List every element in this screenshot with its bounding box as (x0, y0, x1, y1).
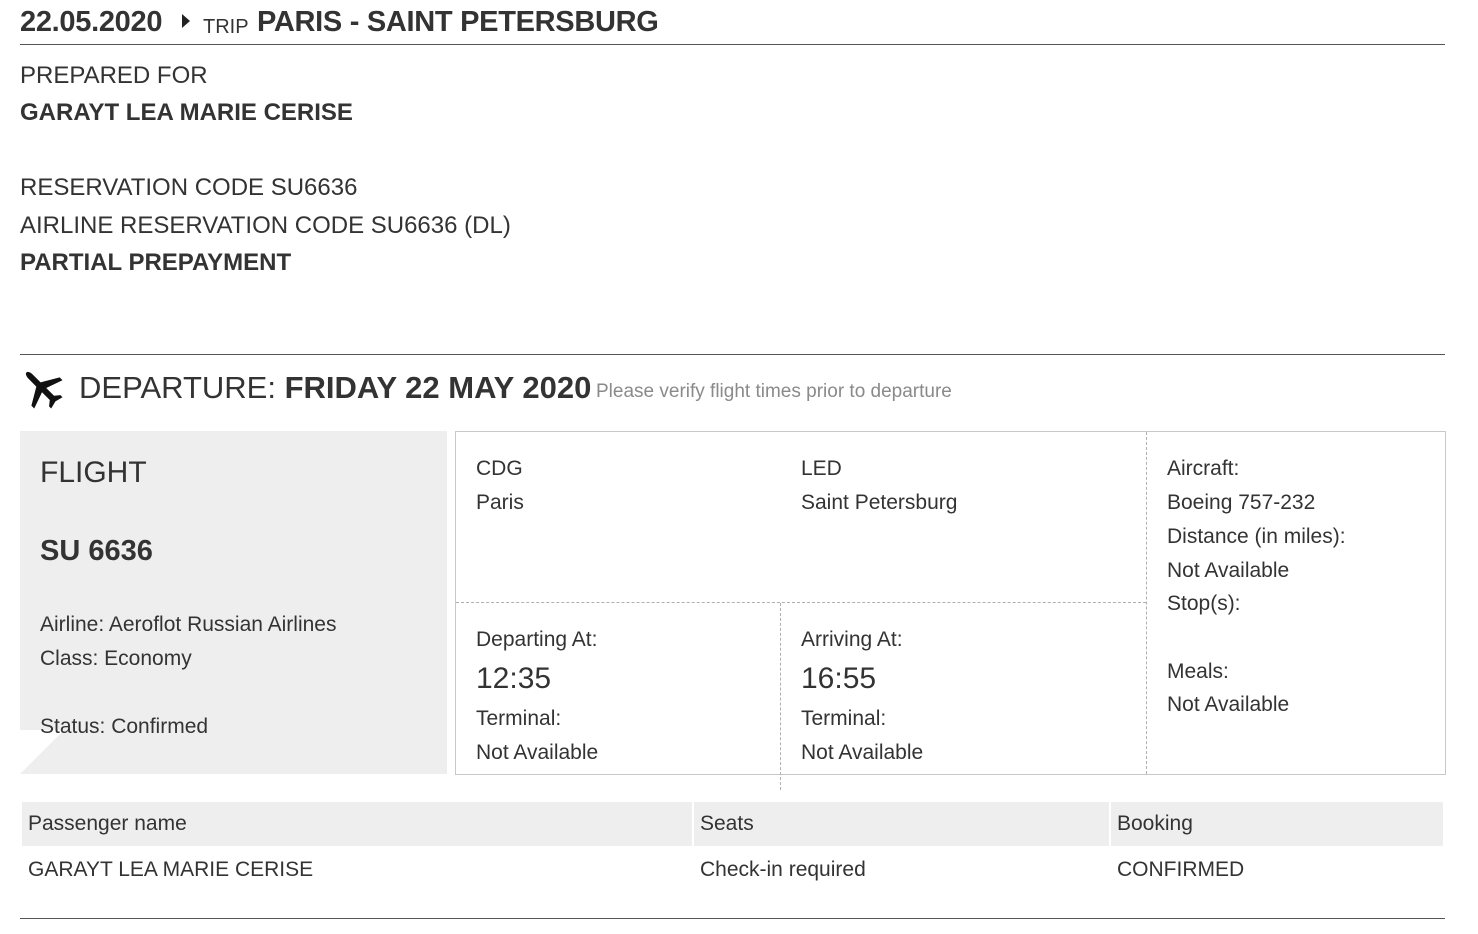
section-divider (20, 354, 1445, 355)
arriving-terminal: Not Available (801, 741, 924, 764)
departure-label: DEPARTURE: (79, 370, 276, 405)
departing-terminal-label: Terminal: (476, 707, 562, 730)
details-divider-horizontal (456, 602, 1146, 603)
footer-divider (20, 918, 1445, 919)
meals-value: Not Available (1167, 693, 1290, 716)
flight-number: SU 6636 (40, 535, 153, 567)
payment-status: PARTIAL PREPAYMENT (20, 249, 292, 276)
col-header-seats: Seats (700, 812, 754, 835)
departure-heading: DEPARTURE: FRIDAY 22 MAY 2020 (79, 370, 591, 406)
departing-label: Departing At: (476, 628, 598, 651)
header-divider (20, 44, 1445, 45)
arriving-label: Arriving At: (801, 628, 903, 651)
flight-status: Status: Confirmed (40, 715, 209, 738)
trip-label: TRIP (203, 16, 249, 38)
col-header-booking: Booking (1117, 812, 1193, 835)
flight-class: Class: Economy (40, 647, 192, 670)
destination-city: Saint Petersburg (801, 491, 958, 514)
flight-airline: Airline: Aeroflot Russian Airlines (40, 613, 337, 636)
airplane-icon (25, 371, 63, 409)
departure-date: FRIDAY 22 MAY 2020 (284, 370, 592, 405)
passenger-name: GARAYT LEA MARIE CERISE (20, 99, 353, 126)
trip-date: 22.05.2020 (20, 6, 163, 38)
departing-terminal: Not Available (476, 741, 599, 764)
flight-title: FLIGHT (40, 456, 147, 489)
details-divider-vertical (1146, 432, 1147, 774)
meals-label: Meals: (1167, 660, 1229, 683)
aircraft-label: Aircraft: (1167, 457, 1240, 480)
col-header-passenger: Passenger name (28, 812, 187, 835)
distance-value: Not Available (1167, 559, 1290, 582)
arriving-time: 16:55 (801, 662, 877, 695)
airline-reservation-code: AIRLINE RESERVATION CODE SU6636 (DL) (20, 212, 511, 239)
verify-note: Please verify flight times prior to depa… (596, 381, 952, 402)
arriving-terminal-label: Terminal: (801, 707, 887, 730)
origin-city: Paris (476, 491, 524, 514)
aircraft-value: Boeing 757-232 (1167, 491, 1316, 514)
flight-details-panel (455, 431, 1446, 775)
origin-code: CDG (476, 457, 523, 480)
row-booking-status: CONFIRMED (1117, 858, 1245, 881)
trip-route: PARIS - SAINT PETERSBURG (257, 6, 659, 38)
row-passenger-name: GARAYT LEA MARIE CERISE (28, 858, 314, 881)
reservation-code: RESERVATION CODE SU6636 (20, 174, 358, 201)
destination-code: LED (801, 457, 842, 480)
details-divider-vertical (780, 603, 781, 790)
distance-label: Distance (in miles): (1167, 525, 1346, 548)
departing-time: 12:35 (476, 662, 552, 695)
row-seats: Check-in required (700, 858, 866, 881)
stops-label: Stop(s): (1167, 592, 1241, 615)
table-header-cell (694, 802, 1109, 846)
caret-right-icon (182, 14, 190, 28)
prepared-for-label: PREPARED FOR (20, 62, 208, 89)
